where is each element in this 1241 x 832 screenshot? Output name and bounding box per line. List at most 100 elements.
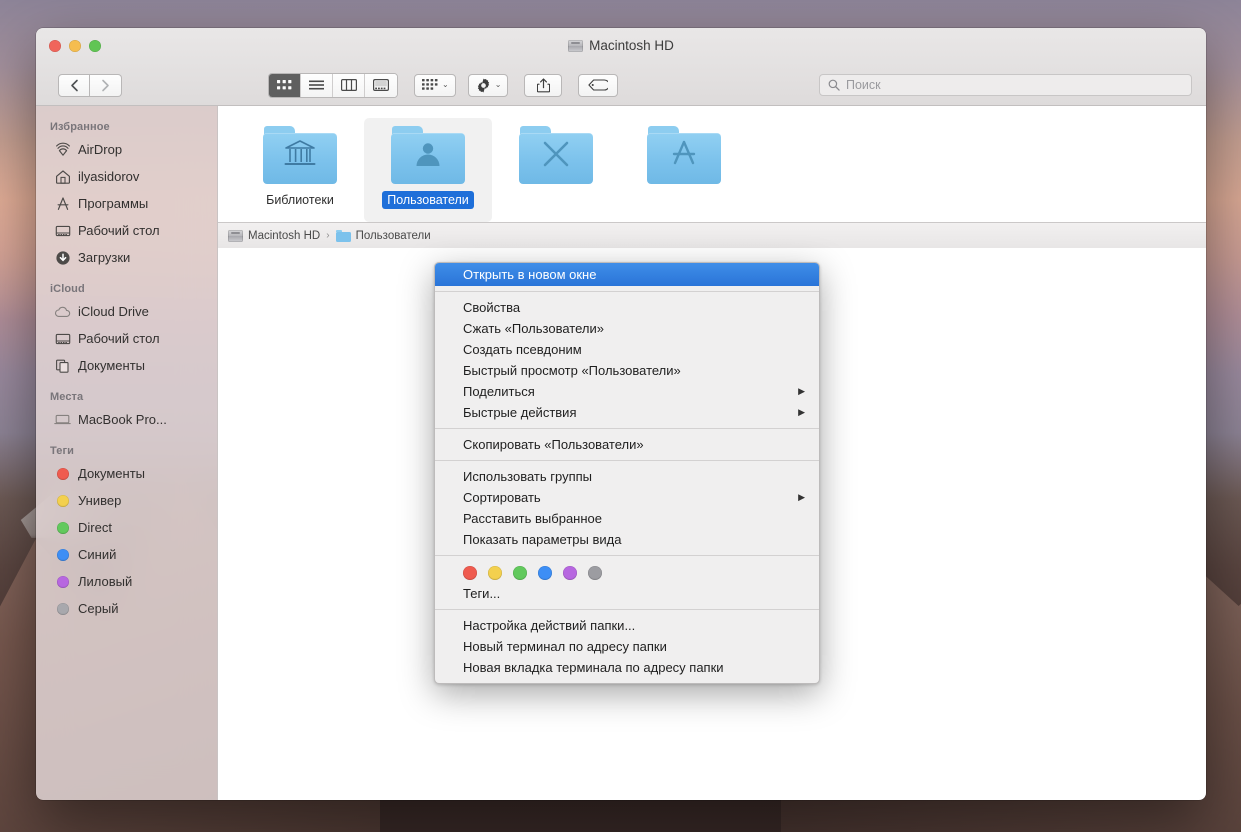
window-title-text: Macintosh HD (589, 38, 674, 53)
sidebar-item-label: ilyasidorov (78, 169, 140, 184)
file-item-applications[interactable] (620, 118, 748, 222)
search-placeholder: Поиск (846, 78, 881, 92)
sidebar-item-icloud-desktop[interactable]: Рабочий стол (36, 325, 217, 352)
menu-item-label: Открыть в новом окне (463, 267, 597, 282)
sidebar-tag-dokumenty[interactable]: Документы (36, 460, 217, 487)
share-button[interactable] (524, 73, 563, 97)
action-gear-button[interactable]: ⌄ (467, 73, 509, 97)
applications-folder-icon (647, 126, 721, 184)
window-body: Избранное AirDrop ilyasidorov Программы … (36, 106, 1206, 800)
menu-item-share[interactable]: Поделиться ▶ (435, 381, 819, 402)
sidebar-item-macbook-pro[interactable]: MacBook Pro... (36, 406, 217, 433)
sidebar-tag-siniy[interactable]: Синий (36, 541, 217, 568)
menu-item-label: Сжать «Пользователи» (463, 321, 604, 336)
search-field[interactable]: Поиск (819, 74, 1192, 96)
sidebar-tag-seryy[interactable]: Серый (36, 595, 217, 622)
breadcrumb-separator: › (326, 230, 330, 241)
share-icon (536, 77, 550, 92)
forward-button[interactable] (90, 73, 122, 97)
menu-item-copy[interactable]: Скопировать «Пользователи» (435, 434, 819, 455)
icon-grid: Библиотеки Пользователи (218, 106, 1206, 222)
menu-item-arrange-selection[interactable]: Расставить выбранное (435, 508, 819, 529)
menu-item-quick-actions[interactable]: Быстрые действия ▶ (435, 402, 819, 423)
menu-item-label: Поделиться (463, 384, 535, 399)
tag-color-red[interactable] (463, 566, 477, 580)
menu-item-properties[interactable]: Свойства (435, 297, 819, 318)
file-item-label: Пользователи (382, 191, 474, 209)
file-item-users[interactable]: Пользователи (364, 118, 492, 222)
tag-dot-icon (54, 546, 71, 563)
hard-disk-icon (568, 39, 584, 52)
tag-dot-icon (54, 519, 71, 536)
menu-item-new-terminal-at-folder[interactable]: Новый терминал по адресу папки (435, 636, 819, 657)
menu-item-label: Скопировать «Пользователи» (463, 437, 644, 452)
column-view-button[interactable] (333, 73, 365, 97)
sidebar-tag-direct[interactable]: Direct (36, 514, 217, 541)
library-folder-icon (263, 126, 337, 184)
tag-color-purple[interactable] (563, 566, 577, 580)
menu-item-label: Новая вкладка терминала по адресу папки (463, 660, 724, 675)
grid-icon (277, 79, 292, 89)
tag-color-yellow[interactable] (488, 566, 502, 580)
menu-item-open-in-new-window[interactable]: Открыть в новом окне (435, 263, 819, 286)
menu-item-label: Настройка действий папки... (463, 618, 636, 633)
window-titlebar: Macintosh HD ⌄ ⌄ Поиск (36, 28, 1206, 106)
view-mode-segmented-control (268, 72, 398, 98)
file-item-libraries[interactable]: Библиотеки (236, 118, 364, 222)
sidebar-item-applications[interactable]: Программы (36, 190, 217, 217)
sidebar-item-label: Загрузки (78, 250, 131, 265)
sidebar-item-label: MacBook Pro... (78, 412, 167, 427)
menu-item-compress[interactable]: Сжать «Пользователи» (435, 318, 819, 339)
downloads-icon (54, 249, 71, 266)
context-menu[interactable]: Открыть в новом окне Свойства Сжать «Пол… (434, 262, 820, 684)
tag-color-blue[interactable] (538, 566, 552, 580)
menu-separator (435, 460, 819, 461)
sidebar-item-icloud-drive[interactable]: iCloud Drive (36, 298, 217, 325)
list-view-button[interactable] (301, 73, 333, 97)
back-button[interactable] (58, 73, 90, 97)
menu-item-sort-by[interactable]: Сортировать ▶ (435, 487, 819, 508)
tag-dot-icon (54, 492, 71, 509)
desktop-icon (54, 222, 71, 239)
sidebar-header-favorites: Избранное (50, 121, 110, 133)
menu-item-use-groups[interactable]: Использовать группы (435, 466, 819, 487)
airdrop-icon (54, 141, 71, 158)
menu-item-make-alias[interactable]: Создать псевдоним (435, 339, 819, 360)
sidebar-item-label: Direct (78, 520, 112, 535)
sidebar-item-documents[interactable]: Документы (36, 352, 217, 379)
sidebar-tag-lilovyy[interactable]: Лиловый (36, 568, 217, 595)
submenu-arrow-icon: ▶ (798, 407, 805, 417)
submenu-arrow-icon: ▶ (798, 386, 805, 396)
menu-item-show-view-options[interactable]: Показать параметры вида (435, 529, 819, 550)
gallery-view-button[interactable] (365, 73, 397, 97)
menu-item-label: Быстрые действия (463, 405, 577, 420)
file-item-system[interactable] (492, 118, 620, 222)
system-folder-icon (519, 126, 593, 184)
menu-item-new-terminal-tab-at-folder[interactable]: Новая вкладка терминала по адресу папки (435, 657, 819, 678)
menu-item-tags[interactable]: Теги... (435, 583, 819, 604)
sidebar-item-ilyasidorov[interactable]: ilyasidorov (36, 163, 217, 190)
group-by-button[interactable]: ⌄ (414, 73, 456, 97)
icon-view-button[interactable] (269, 73, 301, 97)
tag-color-gray[interactable] (588, 566, 602, 580)
sidebar-item-label: Рабочий стол (78, 331, 160, 346)
breadcrumb-users[interactable]: Пользователи (335, 229, 431, 242)
tags-button[interactable] (578, 73, 619, 97)
submenu-arrow-icon: ▶ (798, 492, 805, 502)
sidebar-tag-univer[interactable]: Универ (36, 487, 217, 514)
search-icon (828, 79, 840, 91)
finder-window: Macintosh HD ⌄ ⌄ Поиск Избранное AirDrop… (36, 28, 1206, 800)
tag-color-green[interactable] (513, 566, 527, 580)
breadcrumb-macintosh-hd[interactable]: Macintosh HD (228, 229, 320, 242)
gear-icon (477, 78, 489, 92)
sidebar-item-downloads[interactable]: Загрузки (36, 244, 217, 271)
path-bar: Macintosh HD › Пользователи (218, 222, 1206, 248)
sidebar-item-desktop[interactable]: Рабочий стол (36, 217, 217, 244)
menu-item-folder-actions-setup[interactable]: Настройка действий папки... (435, 615, 819, 636)
documents-icon (54, 357, 71, 374)
folder-icon (335, 229, 351, 242)
sidebar-item-label: AirDrop (78, 142, 123, 157)
menu-item-label: Использовать группы (463, 469, 593, 484)
sidebar-item-airdrop[interactable]: AirDrop (36, 136, 217, 163)
menu-item-quick-look[interactable]: Быстрый просмотр «Пользователи» (435, 360, 819, 381)
